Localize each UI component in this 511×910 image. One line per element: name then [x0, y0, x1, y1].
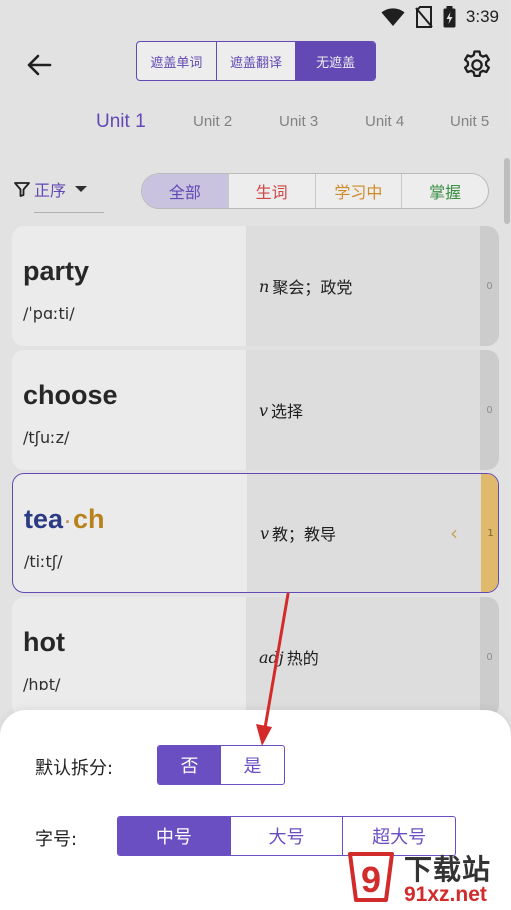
font-size-medium[interactable]: 中号	[118, 817, 231, 855]
watermark-url: 91xz.net	[404, 883, 487, 906]
split-segmented: 否 是	[157, 745, 285, 785]
split-label: 默认拆分:	[35, 758, 114, 779]
word-list-screen: 3:39 遮盖单词 遮盖翻译 无遮盖 Unit 1 Unit 2 Unit 3 …	[0, 0, 511, 910]
watermark-badge-text: 9	[361, 859, 381, 900]
split-option-no[interactable]: 否	[158, 746, 221, 784]
font-size-label: 字号:	[35, 829, 78, 850]
site-watermark: 9 下载站 91xz.net	[340, 848, 511, 910]
split-option-yes[interactable]: 是	[221, 746, 284, 784]
font-size-large[interactable]: 大号	[231, 817, 344, 855]
watermark-title: 下载站	[404, 853, 492, 886]
watermark-logo: 9	[348, 852, 394, 902]
scrollbar[interactable]	[504, 158, 510, 224]
